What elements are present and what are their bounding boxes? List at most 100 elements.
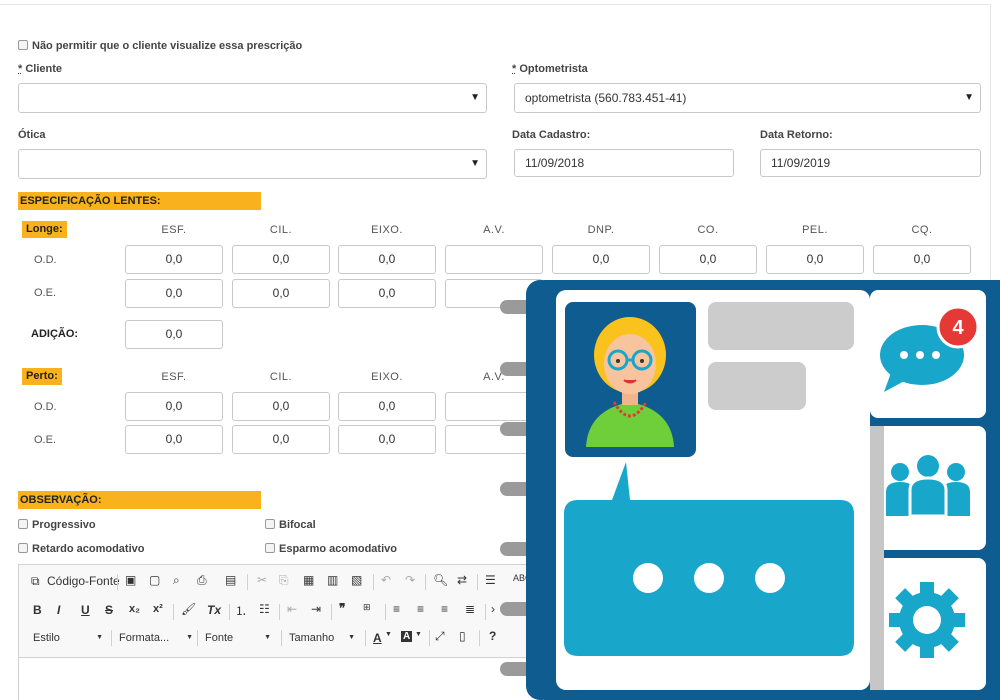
placeholder-bar bbox=[708, 362, 806, 410]
preview-icon[interactable]: ⌕ bbox=[173, 573, 180, 588]
lens-value-input[interactable]: 0,0 bbox=[125, 392, 223, 421]
toolbar-separator bbox=[425, 574, 426, 590]
paste-icon[interactable]: ▦ bbox=[303, 573, 314, 587]
align-center-icon[interactable]: ≡ bbox=[417, 602, 424, 616]
chevron-down-icon: ▼ bbox=[385, 631, 392, 638]
strike-button[interactable]: S bbox=[105, 603, 113, 617]
bullet-list-icon[interactable]: ☷ bbox=[259, 602, 270, 616]
cliente-label: * Cliente bbox=[18, 63, 62, 75]
chat-notebook-illustration: 4 bbox=[500, 280, 1000, 700]
esparmo-checkbox[interactable] bbox=[265, 543, 275, 553]
cliente-select[interactable]: ▼ bbox=[18, 83, 487, 113]
lens-value-input[interactable]: 0,0 bbox=[232, 279, 330, 308]
lens-value-input[interactable]: 0,0 bbox=[125, 425, 223, 454]
copy-icon[interactable]: ⎘ bbox=[279, 573, 289, 588]
toolbar-separator bbox=[331, 604, 332, 620]
column-header: EIXO. bbox=[371, 371, 403, 383]
more-icon[interactable]: › bbox=[491, 602, 495, 616]
style-combo[interactable]: Estilo ▼ bbox=[33, 629, 105, 647]
font-combo[interactable]: Fonte ▼ bbox=[205, 629, 273, 647]
row-od-label: O.D. bbox=[34, 254, 57, 266]
chevron-down-icon: ▼ bbox=[96, 634, 103, 641]
editor-content-area[interactable] bbox=[19, 657, 537, 700]
lentes-section-title: ESPECIFICAÇÃO LENTES: bbox=[18, 192, 261, 210]
longe-tag: Longe: bbox=[22, 221, 67, 238]
indent-icon[interactable]: ⇥ bbox=[311, 602, 321, 616]
undo-icon[interactable]: ↶ bbox=[381, 573, 391, 587]
progressivo-checkbox[interactable] bbox=[18, 519, 28, 529]
otica-select[interactable]: ▼ bbox=[18, 149, 487, 179]
subscript-button[interactable]: x₂ bbox=[129, 603, 140, 615]
paste-word-icon[interactable]: ▧ bbox=[351, 573, 362, 587]
bifocal-label: Bifocal bbox=[279, 519, 316, 531]
observacao-section-title: OBSERVAÇÃO: bbox=[18, 491, 261, 509]
blockquote-button[interactable]: ❞ bbox=[339, 601, 345, 615]
select-all-icon[interactable]: ☰ bbox=[485, 573, 496, 587]
brush-icon[interactable]: 🖌︎ bbox=[181, 602, 196, 616]
template-icon[interactable]: ▤ bbox=[225, 573, 236, 587]
adicao-input[interactable]: 0,0 bbox=[125, 320, 223, 349]
format-combo-label: Formata... bbox=[119, 632, 170, 644]
outdent-icon[interactable]: ⇤ bbox=[287, 602, 297, 616]
maximize-icon[interactable]: ⤢ bbox=[435, 629, 445, 644]
no-view-label: Não permitir que o cliente visualize ess… bbox=[32, 40, 303, 52]
font-combo-label: Fonte bbox=[205, 632, 234, 644]
row-od-label: O.D. bbox=[34, 401, 57, 413]
lens-value-input[interactable]: 0,0 bbox=[338, 245, 436, 274]
bold-button[interactable]: B bbox=[33, 603, 42, 617]
italic-button[interactable]: I bbox=[57, 603, 60, 617]
chevron-down-icon: ▼ bbox=[470, 158, 480, 169]
source-icon: ⧉ bbox=[31, 574, 40, 588]
format-combo[interactable]: Formata... ▼ bbox=[119, 629, 195, 647]
div-icon[interactable]: ⊞ bbox=[363, 602, 371, 613]
toolbar-separator bbox=[247, 574, 248, 590]
column-header: CIL. bbox=[269, 371, 293, 383]
lens-value-input[interactable]: 0,0 bbox=[125, 279, 223, 308]
redo-icon[interactable]: ↷ bbox=[405, 573, 415, 587]
align-justify-icon[interactable]: ≣ bbox=[465, 602, 475, 616]
cliente-label-text: Cliente bbox=[25, 63, 63, 75]
lens-value-input[interactable]: 0,0 bbox=[338, 425, 436, 454]
lens-value-input[interactable]: 0,0 bbox=[338, 279, 436, 308]
required-mark: * bbox=[18, 63, 23, 75]
row-oe-label: O.E. bbox=[34, 434, 57, 446]
toolbar-separator bbox=[485, 604, 486, 620]
toolbar-separator bbox=[429, 630, 430, 646]
font-color-button[interactable]: A bbox=[373, 631, 382, 645]
cut-icon[interactable]: ✂ bbox=[257, 573, 267, 587]
source-code-button[interactable]: Código-Fonte bbox=[47, 574, 120, 588]
column-header: CIL. bbox=[269, 224, 293, 236]
column-header: EIXO. bbox=[371, 224, 403, 236]
lens-value-input[interactable]: 0,0 bbox=[232, 245, 330, 274]
superscript-button[interactable]: x² bbox=[153, 603, 163, 615]
lens-value-input[interactable]: 0,0 bbox=[125, 245, 223, 274]
notification-badge-count: 4 bbox=[952, 317, 964, 339]
numbered-list-icon[interactable]: ⒈ bbox=[235, 602, 247, 619]
paste-text-icon[interactable]: ▥ bbox=[327, 573, 338, 587]
lens-value-input[interactable]: 0,0 bbox=[338, 392, 436, 421]
remove-format-button[interactable]: Tx bbox=[207, 603, 221, 617]
no-view-checkbox[interactable] bbox=[18, 40, 28, 50]
bg-color-button[interactable]: A bbox=[401, 631, 413, 642]
toolbar-separator bbox=[229, 604, 230, 620]
help-button[interactable]: ? bbox=[489, 629, 496, 643]
gear-icon bbox=[889, 582, 965, 658]
chevron-down-icon: ▼ bbox=[415, 631, 422, 638]
new-page-icon[interactable]: ▢ bbox=[149, 573, 160, 587]
underline-button[interactable]: U bbox=[81, 603, 90, 617]
perto-tag: Perto: bbox=[22, 368, 62, 385]
size-combo[interactable]: Tamanho ▼ bbox=[289, 629, 357, 647]
row-oe-label: O.E. bbox=[34, 287, 57, 299]
show-blocks-icon[interactable]: ▯ bbox=[459, 629, 466, 643]
align-right-icon[interactable]: ≡ bbox=[441, 602, 448, 616]
print-icon[interactable]: ⎙ bbox=[197, 573, 207, 588]
bifocal-checkbox[interactable] bbox=[265, 519, 275, 529]
find-icon[interactable]: 🔍︎ bbox=[433, 573, 448, 587]
save-icon[interactable]: ▣ bbox=[125, 573, 136, 587]
align-left-icon[interactable]: ≡ bbox=[393, 602, 400, 616]
lens-value-input[interactable]: 0,0 bbox=[232, 425, 330, 454]
retardo-checkbox[interactable] bbox=[18, 543, 28, 553]
replace-icon[interactable]: ⇄ bbox=[457, 573, 467, 587]
adicao-label: ADIÇÃO: bbox=[31, 328, 79, 340]
lens-value-input[interactable]: 0,0 bbox=[232, 392, 330, 421]
